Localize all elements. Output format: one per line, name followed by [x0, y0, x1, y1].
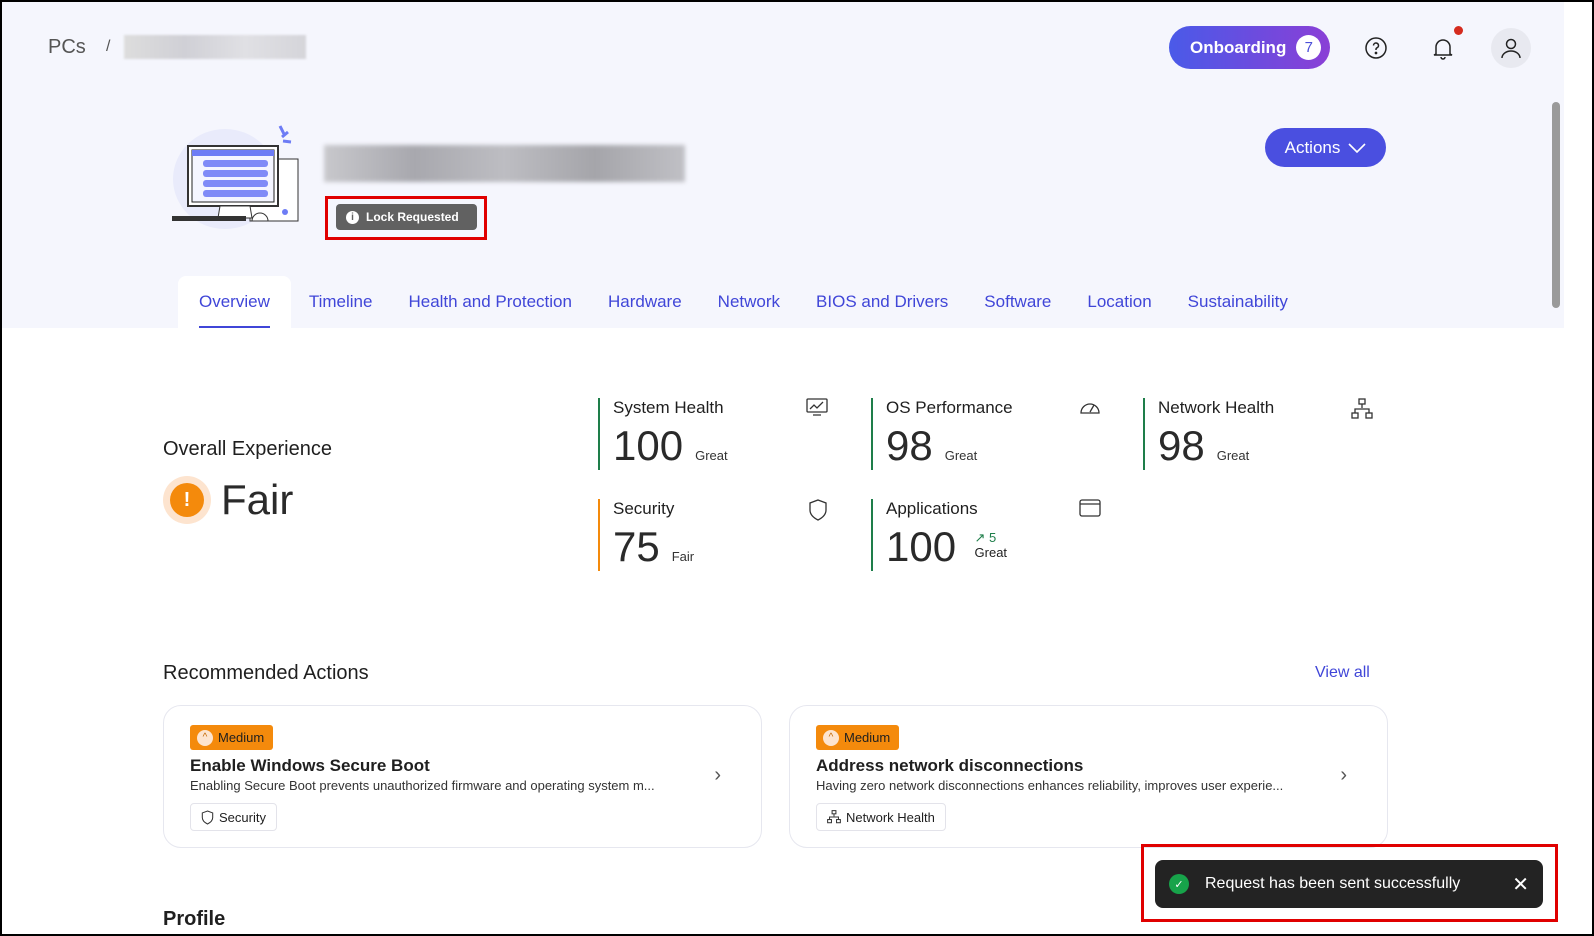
user-avatar-icon[interactable]	[1491, 28, 1531, 68]
overall-experience-title: Overall Experience	[163, 438, 332, 460]
close-icon[interactable]: ✕	[1512, 872, 1529, 897]
metric-score: 100	[886, 523, 957, 570]
tab-bar: Overview Timeline Health and Protection …	[178, 276, 1306, 328]
recommendation-card[interactable]: ^ Medium Enable Windows Secure Boot Enabl…	[163, 705, 762, 848]
metric-system-health[interactable]: System Health 100 Great	[598, 398, 828, 470]
tab-network[interactable]: Network	[700, 276, 798, 328]
tab-hardware[interactable]: Hardware	[590, 276, 700, 328]
metric-network-health[interactable]: Network Health 98 Great	[1143, 398, 1373, 470]
priority-badge: ^ Medium	[816, 725, 900, 750]
chevron-up-icon: ^	[197, 729, 213, 746]
category-tag: Network Health	[816, 803, 946, 831]
tab-bios-and-drivers[interactable]: BIOS and Drivers	[798, 276, 966, 328]
metric-rating: Great	[1216, 448, 1250, 463]
metric-name: OS Performance	[886, 398, 1013, 417]
metric-score: 75	[613, 523, 660, 570]
metric-rating: Great	[944, 448, 978, 463]
device-name-redacted	[324, 145, 685, 182]
info-icon: i	[346, 210, 359, 224]
shield-icon	[809, 499, 827, 521]
network-icon	[827, 810, 841, 824]
metric-name: System Health	[613, 398, 724, 417]
tab-sustainability[interactable]: Sustainability	[1170, 276, 1306, 328]
check-circle-icon: ✓	[1169, 874, 1189, 894]
metric-score: 98	[1158, 422, 1205, 469]
scrollbar[interactable]	[1552, 102, 1560, 308]
metric-score: 100	[613, 422, 684, 469]
chevron-right-icon[interactable]: ›	[1340, 764, 1347, 787]
priority-badge: ^ Medium	[190, 725, 274, 750]
onboarding-count: 7	[1296, 35, 1322, 60]
metric-score: 98	[886, 422, 933, 469]
gauge-icon	[1080, 403, 1100, 414]
monitor-chart-icon	[806, 398, 828, 416]
card-title: Address network disconnections	[816, 756, 1084, 775]
chevron-up-icon: ^	[823, 729, 839, 746]
toast-message: Request has been sent successfully	[1205, 875, 1461, 892]
card-description: Having zero network disconnections enhan…	[816, 778, 1284, 793]
tab-overview[interactable]: Overview	[178, 276, 291, 328]
status-badge: i Lock Requested	[336, 204, 477, 230]
onboarding-label: Onboarding	[1190, 37, 1287, 57]
metric-rating: Great	[695, 448, 728, 463]
metric-applications[interactable]: Applications 100 ↗ 5 Great	[871, 499, 1101, 571]
breadcrumb-pcs[interactable]: PCs	[48, 36, 86, 59]
breadcrumb-device-redacted	[124, 35, 306, 59]
metric-name: Security	[613, 499, 675, 518]
tag-label: Security	[219, 809, 266, 825]
recommended-actions-title: Recommended Actions	[163, 662, 369, 684]
tab-location[interactable]: Location	[1069, 276, 1169, 328]
tab-timeline[interactable]: Timeline	[291, 276, 391, 328]
priority-label: Medium	[844, 730, 891, 745]
shield-icon	[201, 809, 214, 825]
status-badge-label: Lock Requested	[366, 210, 459, 224]
warning-icon: !	[163, 476, 211, 524]
network-icon	[1351, 398, 1373, 419]
metric-os-performance[interactable]: OS Performance 98 Great	[871, 398, 1101, 470]
help-icon[interactable]	[1356, 28, 1396, 68]
overall-experience-value: Fair	[221, 476, 294, 523]
metric-trend: ↗ 5	[974, 530, 997, 545]
notification-dot	[1454, 26, 1463, 35]
metric-rating: Great	[974, 545, 1008, 560]
chevron-right-icon[interactable]: ›	[714, 764, 721, 787]
metric-rating: Fair	[671, 549, 695, 564]
success-toast: ✓ Request has been sent successfully ✕	[1155, 860, 1543, 908]
tab-software[interactable]: Software	[966, 276, 1069, 328]
metric-name: Network Health	[1158, 398, 1275, 417]
recommendation-card[interactable]: ^ Medium Address network disconnections H…	[789, 705, 1388, 848]
tab-health-and-protection[interactable]: Health and Protection	[390, 276, 590, 328]
breadcrumb-separator: /	[106, 38, 111, 55]
actions-button[interactable]: Actions	[1265, 128, 1386, 167]
card-description: Enabling Secure Boot prevents unauthoriz…	[190, 778, 655, 793]
chevron-down-icon	[1348, 142, 1366, 153]
category-tag: Security	[190, 803, 277, 831]
metric-security[interactable]: Security 75 Fair	[598, 499, 828, 571]
profile-title: Profile	[163, 908, 226, 930]
metric-name: Applications	[886, 499, 978, 518]
tag-label: Network Health	[846, 809, 935, 825]
window-icon	[1079, 499, 1101, 517]
card-title: Enable Windows Secure Boot	[190, 756, 430, 775]
priority-label: Medium	[218, 730, 265, 745]
pc-illustration	[170, 124, 300, 239]
actions-label: Actions	[1284, 137, 1341, 157]
view-all-link[interactable]: View all	[1315, 664, 1370, 682]
onboarding-button[interactable]: Onboarding 7	[1169, 26, 1330, 69]
